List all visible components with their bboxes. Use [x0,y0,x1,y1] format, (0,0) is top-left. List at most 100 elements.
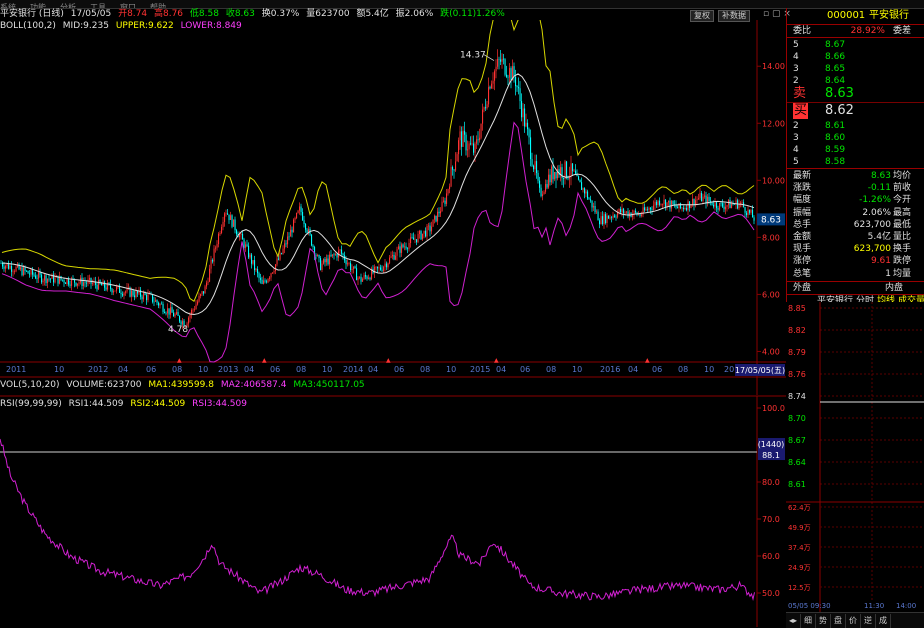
tick-vol-label: 37.4万 [788,544,811,552]
bottom-tab[interactable]: 势 [816,614,832,628]
bottom-tab[interactable]: 逆 [861,614,877,628]
candle-body [354,266,356,269]
candle-body [215,247,217,249]
candle-body [500,59,502,62]
candle-body [389,257,391,264]
candle-body [750,209,752,213]
rsi-legend: RSI(99,99,99) RSI1:44.509 RSI2:44.509 RS… [0,398,760,410]
quote-row: 金额 5.4亿 量比 [787,231,924,243]
candle-body [152,293,154,302]
candle-body [474,143,476,153]
bottom-tab[interactable]: 价 [846,614,862,628]
candle-body [26,270,28,272]
date-axis-label: 06 [652,365,662,374]
boll-lower-line [1,121,755,363]
candle-body [726,205,728,207]
candle-body [161,303,163,305]
candle-body [441,201,443,212]
candle-body [9,265,11,269]
candle-body [729,200,731,209]
candle-body [321,263,323,270]
candle-body [609,217,611,219]
candle-body [551,166,553,183]
candle-body [702,196,704,202]
candle-body [294,218,296,220]
quote-row: 幅度 -1.26% 今开 [787,194,924,206]
date-axis-label: 10 [198,365,208,374]
date-axis-label: 04 [368,365,378,374]
candle-body [162,304,164,312]
candle-body [713,204,715,207]
candle-body [494,71,496,81]
candle-body [141,296,143,300]
date-axis-label: 08 [296,365,306,374]
candle-body [305,224,307,230]
quote-value: -1.26% [859,195,891,206]
candle-body [168,308,170,315]
candle-body [662,204,664,205]
candle-body [414,239,416,240]
level-price: 8.58 [825,157,846,167]
tick-price-label: 8.85 [788,304,806,313]
candle-body [462,130,464,147]
candle-body [708,196,710,201]
candle-body [122,294,124,296]
candle-body [315,255,317,256]
candle-body [29,273,31,275]
candle-body [543,191,545,195]
quote-label: 幅度 [793,195,812,206]
candle-body [527,122,529,130]
candle-body [534,161,536,170]
candle-body [477,139,479,141]
vol-ma3: MA3:450117.05 [293,380,365,390]
candle-body [279,253,281,260]
bottom-tab[interactable]: 成 [876,614,892,628]
quote-right-label: 均价 [892,171,911,181]
candle-body [156,300,158,303]
candle-body [542,194,544,197]
candle-body [96,284,98,290]
candle-body [482,109,484,124]
candle-body [92,283,94,284]
candle-body [390,256,392,258]
candle-body [0,263,2,264]
candle-body [434,215,436,220]
candle-body [696,199,698,201]
candle-body [548,174,550,188]
candle-body [435,215,437,222]
candle-body [300,206,302,212]
kline-chart[interactable]: 14.00 12.00 10.00 8.00 6.00 4.00 14.37 4.78 8.63… [0,20,786,627]
price-tick-label: 10.00 [762,176,785,185]
candle-body [159,303,161,306]
candle-body [227,213,229,215]
bottom-tab[interactable]: 盘 [831,614,847,628]
intraday-chart[interactable]: 8.85 8.82 8.79 8.76 8.74 8.70 8.67 8.64 8.61 62.4… [786,302,924,612]
candle-body [420,231,422,240]
candle-body [491,83,493,89]
candle-body [257,269,259,274]
candle-body [336,254,338,258]
candle-body [539,180,541,188]
candle-body [575,170,577,174]
candle-body [6,263,8,266]
candle-body [669,200,671,209]
amplitude-value: 振2.06% [395,9,434,19]
candle-body [747,209,749,216]
quote-label: 现手 [793,244,812,255]
candle-body [402,244,404,248]
candle-body [198,296,200,302]
candle-body [653,205,655,210]
candle-body [731,203,733,209]
candle-body [498,58,500,60]
date-tag: 17/05/05(五) [735,366,785,375]
candle-body [20,267,22,270]
bottom-tab[interactable]: ◂▸ [786,614,802,628]
bottom-tab[interactable]: 细 [801,614,817,628]
candle-body [470,143,472,145]
candle-body [170,307,172,315]
candle-body [416,239,418,243]
bottom-tabs[interactable]: ◂▸ 细势盘价逆成 [786,612,924,628]
candle-body [153,301,155,303]
buy1-price: 8.62 [825,103,854,118]
candle-body [375,266,377,268]
